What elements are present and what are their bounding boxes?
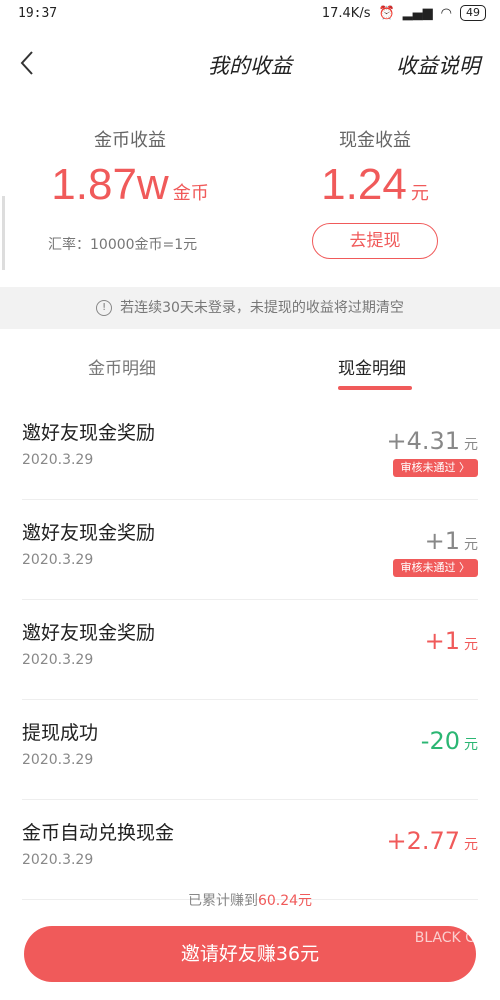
status-time: 19:37 [18,6,58,21]
transaction-row[interactable]: 邀好友现金奖励 2020.3.29 +1 元 审核未通过 〉 [22,500,478,600]
transaction-name: 金币自动兑换现金 [22,822,175,844]
coin-earnings-amount: 1.87w 金币 [10,160,250,210]
battery-indicator: 49 [460,5,486,21]
transaction-date: 2020.3.29 [22,752,94,768]
total-earned-prefix: 已累计赚到 [187,893,258,909]
alarm-icon: ⏰ [378,5,395,21]
active-tab-indicator [338,386,412,390]
transaction-name: 邀好友现金奖励 [22,622,156,644]
earnings-help-link[interactable]: 收益说明 [396,50,480,80]
expiry-notice: ! 若连续30天未登录，未提现的收益将过期清空 [0,287,500,329]
exclamation-icon: ! [96,300,113,316]
cash-earnings-label: 现金收益 [339,130,411,151]
transaction-amount-value: +1 [424,527,460,555]
review-failed-badge[interactable]: 审核未通过 〉 [392,559,478,577]
transaction-amount-unit: 元 [464,637,478,653]
invite-friends-button[interactable]: 邀请好友赚36元 [24,926,476,982]
transaction-name: 提现成功 [22,722,99,744]
coin-earnings-label: 金币收益 [94,130,166,151]
transaction-row[interactable]: 邀好友现金奖励 2020.3.29 +1 元 [22,600,478,700]
total-earned: 已累计赚到60.24元 [0,890,500,910]
transaction-row[interactable]: 提现成功 2020.3.29 -20 元 [22,700,478,800]
coin-amount-value: 1.87w [51,160,169,209]
transaction-amount: +2.77 元 [386,827,478,855]
transaction-date: 2020.3.29 [22,552,94,568]
transaction-row[interactable]: 邀好友现金奖励 2020.3.29 +4.31 元 审核未通过 〉 [22,400,478,500]
exchange-rate: 汇率：10000金币=1元 [48,237,198,253]
transaction-amount: +1 元 [425,627,478,655]
transaction-amount-unit: 元 [464,837,478,853]
coin-amount-unit: 金币 [172,183,209,204]
tab-cash-details[interactable]: 现金明细 [338,354,406,379]
transaction-date: 2020.3.29 [22,652,94,668]
status-bar: 19:37 17.4K/s ⏰ ▂▄▆ ◠ 49 [0,0,500,30]
watermark: BLACK CAT [414,930,492,946]
wifi-icon: ◠ [440,5,452,21]
transaction-amount-value: +1 [424,627,460,655]
withdraw-button[interactable]: 去提现 [312,223,438,259]
edge-divider [2,196,5,270]
transaction-date: 2020.3.29 [22,852,94,868]
transaction-amount-value: -20 [420,727,460,755]
transaction-amount: +1 元 [425,527,478,555]
earnings-summary: 金币收益 1.87w 金币 现金收益 1.24 元 汇率：10000金币=1元 去提… [0,96,500,286]
transaction-name: 邀好友现金奖励 [22,522,156,544]
expiry-notice-text: 若连续30天未登录，未提现的收益将过期清空 [120,300,404,316]
tab-coin-details[interactable]: 金币明细 [88,354,156,379]
transaction-list: 邀好友现金奖励 2020.3.29 +4.31 元 审核未通过 〉 邀好友现金奖励… [0,400,500,900]
total-earned-value: 60.24元 [257,893,313,909]
transaction-amount-value: +2.77 [386,827,460,855]
status-right: 17.4K/s ⏰ ▂▄▆ ◠ 49 [322,5,486,21]
coin-earnings: 金币收益 1.87w 金币 [10,126,250,210]
transaction-date: 2020.3.29 [22,452,94,468]
transaction-row[interactable]: 金币自动兑换现金 2020.3.29 +2.77 元 [22,800,478,900]
cash-amount-unit: 元 [410,183,429,204]
cash-earnings-amount: 1.24 元 [255,160,495,210]
transaction-amount: +4.31 元 [386,427,478,455]
navigation-bar: 我的收益 收益说明 [0,30,500,96]
cash-amount-value: 1.24 [321,160,407,209]
transaction-amount-unit: 元 [464,737,478,753]
transaction-name: 邀好友现金奖励 [22,422,156,444]
transaction-amount-value: +4.31 [386,427,460,455]
transaction-amount-unit: 元 [464,537,478,553]
transaction-amount: -20 元 [421,727,478,755]
detail-tabs: 金币明细 现金明细 [0,330,500,394]
signal-icon: ▂▄▆ [402,5,433,21]
review-failed-badge[interactable]: 审核未通过 〉 [392,459,478,477]
cash-earnings: 现金收益 1.24 元 [255,126,495,210]
transaction-amount-unit: 元 [464,437,478,453]
network-speed: 17.4K/s [321,5,371,21]
